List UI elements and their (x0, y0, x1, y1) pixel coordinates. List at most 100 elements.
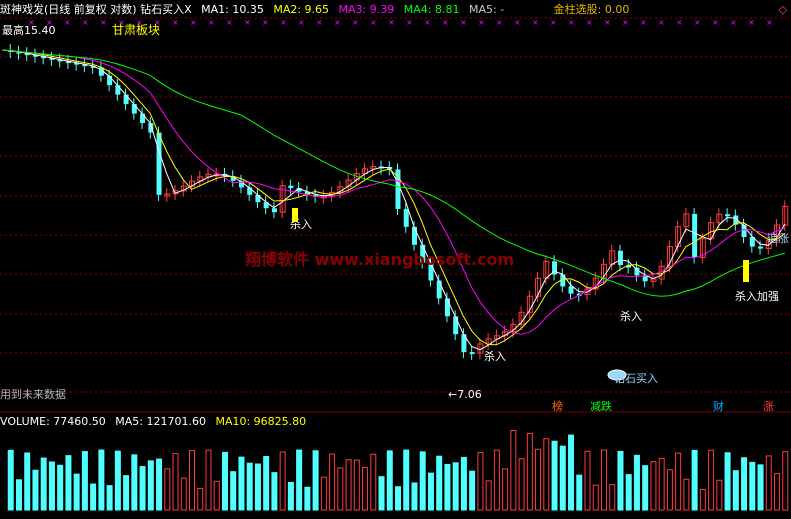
stock-chart-window: × × × × × × × × × × × × × × × × × × × × × × × × × × × × × × × × × × × × × × × ×… (0, 0, 791, 515)
volume-bar (716, 479, 723, 511)
volume-bar (131, 454, 138, 511)
signal-marker: × (226, 18, 233, 27)
signal-marker: × (172, 18, 179, 27)
signal-marker: × (352, 18, 359, 27)
volume-bar (469, 470, 476, 511)
volume-bar (493, 449, 500, 511)
signal-marker: × (550, 18, 557, 27)
volume-bar (543, 438, 550, 511)
volume-bar (197, 487, 204, 511)
volume-bar (535, 448, 542, 511)
volume-bar (419, 451, 426, 511)
volume-bar (263, 455, 270, 511)
volume-bar (633, 454, 640, 511)
volume-bar (172, 453, 179, 511)
volume-bar (403, 449, 410, 511)
volume-bar (584, 450, 591, 511)
volume-bar (749, 461, 756, 511)
volume-bar (287, 481, 294, 511)
signal-marker: × (82, 18, 89, 27)
diamond-icon[interactable]: ◇ (779, 2, 787, 18)
signal-marker: × (208, 18, 215, 27)
volume-bar (221, 451, 228, 511)
candle-body (725, 214, 731, 217)
signal-marker: × (640, 18, 647, 27)
signal-marker: × (190, 18, 197, 27)
volume-bar (73, 473, 80, 511)
ma2-value: MA2: 9.65 (273, 3, 330, 16)
volume-bar (666, 469, 673, 511)
signal-marker: × (586, 18, 593, 27)
gold-pillar-value: 金柱选股: 0.00 (553, 3, 630, 16)
volume-bar (708, 449, 715, 511)
signal-marker: × (388, 18, 395, 27)
volume-bar (337, 467, 344, 511)
signal-marker: × (568, 18, 575, 27)
volume-bar (362, 466, 369, 511)
gold-pillar (292, 208, 298, 222)
candlestick-chart[interactable]: × × × × × × × × × × × × × × × × × × × × × × × × × × × × × × × × × × × × × × × ×… (0, 0, 791, 515)
volume-bar (312, 450, 319, 511)
volume-bar (691, 449, 698, 511)
volume-bar (57, 464, 64, 511)
volume-bar (526, 432, 533, 511)
sector-label: 甘肃板块 (112, 23, 160, 37)
volume-bar (427, 472, 434, 511)
candle-body (692, 213, 698, 258)
volume-bar (32, 469, 39, 511)
candle-body (436, 280, 442, 299)
candle-body (288, 185, 294, 189)
ma1-line (1, 49, 786, 351)
signal-marker: × (766, 18, 773, 27)
future-data-note: 用到未来数据 (0, 387, 66, 401)
volume-bar (724, 452, 731, 511)
signal-marker: × (262, 18, 269, 27)
signal-marker: × (424, 18, 431, 27)
signal-marker: × (442, 18, 449, 27)
candle-body (123, 94, 129, 105)
volume-bar (123, 475, 130, 511)
buy-signal-label: 杀入 (620, 309, 642, 323)
ma1-value: MA1: 10.35 (201, 3, 264, 16)
candle-body (453, 316, 459, 335)
volume-bar (65, 455, 72, 511)
volume-bar (189, 450, 196, 511)
candle-body (568, 286, 574, 294)
volume-ma10: MA10: 96825.80 (215, 415, 307, 428)
volume-bar (180, 477, 187, 511)
volume-bar (568, 434, 575, 511)
volume-bar (609, 484, 616, 511)
signal-marker: × (622, 18, 629, 27)
volume-ma5: MA5: 121701.60 (115, 415, 206, 428)
volume-bar (757, 464, 764, 511)
chase-signal-label: 追涨 (767, 231, 789, 245)
signal-marker: × (532, 18, 539, 27)
signal-marker: × (730, 18, 737, 27)
candle-body (255, 194, 261, 203)
volume-bar (617, 450, 624, 511)
volume-bar (246, 462, 253, 511)
signal-badge: 涨 (763, 400, 774, 413)
volume-bar (625, 474, 632, 511)
signal-marker: × (334, 18, 341, 27)
gold-pillar (743, 260, 749, 282)
candle-body (411, 226, 417, 245)
high-value: 15.40 (24, 24, 56, 37)
volume-bar (411, 482, 418, 511)
diamond-buy-label: 钻石买入 (614, 371, 658, 385)
volume-bar (48, 461, 55, 511)
signal-marker: × (712, 18, 719, 27)
signal-marker: × (478, 18, 485, 27)
volume-bar (774, 473, 781, 511)
candle-body (115, 85, 121, 95)
volume-bar (238, 456, 245, 511)
volume-bar (271, 472, 278, 511)
ma5-value: MA5: - (468, 3, 505, 16)
signal-marker: × (694, 18, 701, 27)
volume-bar (600, 449, 607, 511)
volume-header: VOLUME: 77460.50 MA5: 121701.60 MA10: 96… (0, 414, 312, 430)
volume-bar (24, 452, 31, 511)
signal-marker: × (316, 18, 323, 27)
volume-bar (320, 476, 327, 511)
volume-bar (460, 456, 467, 511)
